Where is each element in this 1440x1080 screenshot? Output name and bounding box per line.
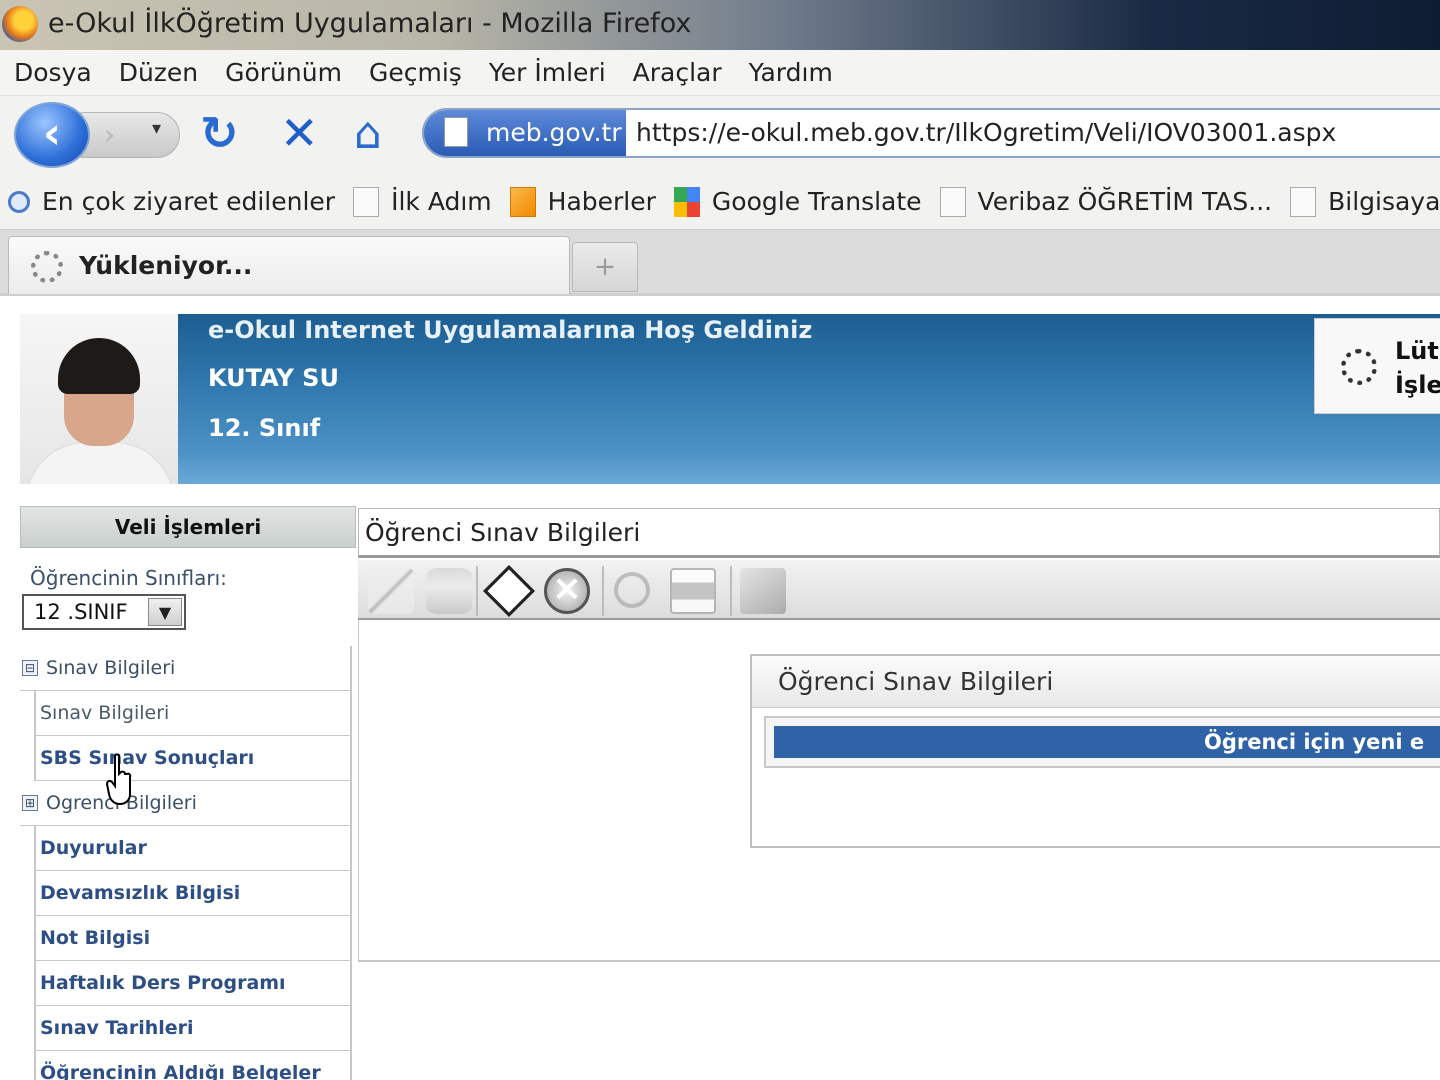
- google-icon: [673, 186, 700, 217]
- print-icon[interactable]: [670, 568, 716, 614]
- loading-spinner-icon: [1341, 349, 1377, 385]
- bookmark-label: Google Translate: [711, 187, 922, 216]
- toolbar-separator: [730, 566, 732, 616]
- sidebar-group-label: Sınav Bilgileri: [46, 657, 176, 679]
- bookmark-haberler[interactable]: Haberler: [509, 186, 656, 217]
- stop-icon[interactable]: ✕: [280, 106, 319, 160]
- reload-icon[interactable]: ↻: [200, 106, 239, 160]
- sidebar-group-sinav-bilgileri[interactable]: ⊟ Sınav Bilgileri: [20, 646, 352, 691]
- tab-active[interactable]: Yükleniyor...: [8, 236, 570, 294]
- chevron-down-icon[interactable]: ▼: [148, 598, 182, 626]
- sidebar-item-not-bilgisi[interactable]: Not Bilgisi: [34, 916, 352, 961]
- photo-shirt: [26, 442, 174, 484]
- forward-button[interactable]: ›: [104, 118, 115, 151]
- panel-title: Öğrenci Sınav Bilgileri: [752, 656, 1440, 708]
- page-icon: [939, 186, 966, 217]
- rss-icon: [509, 186, 536, 217]
- bookmark-label: Bilgisayar: [1328, 187, 1440, 216]
- sidebar-item-sbs-sinav-sonuclari[interactable]: SBS Sınav Sonuçları: [34, 736, 352, 781]
- url-text[interactable]: https://e-okul.meb.gov.tr/IlkOgretim/Vel…: [636, 110, 1336, 156]
- menu-bookmarks[interactable]: Yer İmleri: [489, 58, 606, 87]
- bookmark-label: Haberler: [547, 187, 656, 216]
- sidebar-item-duyurular[interactable]: Duyurular: [34, 826, 352, 871]
- menu-tools[interactable]: Araçlar: [633, 58, 722, 87]
- page-icon: [1290, 186, 1317, 217]
- student-name: KUTAY SU: [208, 364, 339, 392]
- history-dropdown-icon[interactable]: ▾: [152, 118, 161, 139]
- menu-file[interactable]: Dosya: [14, 58, 92, 87]
- window-titlebar: e-Okul İlkÖğretim Uygulamaları - Mozilla…: [0, 0, 1440, 50]
- menu-bar: Dosya Düzen Görünüm Geçmiş Yer İmleri Ar…: [0, 50, 1440, 96]
- welcome-banner: e-Okul Internet Uygulamalarına Hoş Geldi…: [178, 314, 1440, 484]
- menu-view[interactable]: Görünüm: [225, 58, 342, 87]
- action-toolbar: ×: [358, 560, 1440, 620]
- bookmark-bilgisayar[interactable]: Bilgisayar: [1290, 186, 1440, 217]
- address-bar[interactable]: meb.gov.tr https://e-okul.meb.gov.tr/Ilk…: [422, 108, 1440, 158]
- sidebar-heading: Veli İşlemleri: [20, 506, 356, 548]
- bookmarks-toolbar: En çok ziyaret edilenler İlk Adım Haberl…: [0, 174, 1440, 230]
- loading-text-line2: İşle: [1395, 371, 1440, 399]
- edit-icon[interactable]: [368, 568, 414, 614]
- most-visited-icon: [8, 190, 30, 213]
- menu-history[interactable]: Geçmiş: [369, 58, 462, 87]
- sidebar-item-devamsizlik[interactable]: Devamsızlık Bilgisi: [34, 871, 352, 916]
- exam-info-panel: Öğrenci Sınav Bilgileri Öğrenci için yen…: [750, 654, 1440, 848]
- toolbar-separator: [602, 566, 604, 616]
- class-select-value: 12 .SINIF: [34, 600, 128, 624]
- database-icon[interactable]: [426, 568, 472, 614]
- export-icon[interactable]: [740, 568, 786, 614]
- expand-icon[interactable]: ⊞: [22, 795, 38, 811]
- page-icon: [444, 117, 468, 147]
- cancel-icon[interactable]: ×: [544, 568, 590, 614]
- tab-label: Yükleniyor...: [79, 251, 253, 280]
- toolbar-separator: [476, 566, 478, 616]
- loading-indicator: Lüt İşle: [1314, 318, 1440, 414]
- home-icon[interactable]: ⌂: [354, 108, 382, 159]
- back-button[interactable]: ‹: [14, 102, 90, 168]
- bookmark-google-translate[interactable]: Google Translate: [673, 186, 922, 217]
- student-grade: 12. Sınıf: [208, 414, 321, 442]
- site-identity-label: meb.gov.tr: [486, 118, 622, 147]
- menu-help[interactable]: Yardım: [749, 58, 833, 87]
- window-title: e-Okul İlkÖğretim Uygulamaları - Mozilla…: [48, 8, 692, 39]
- save-icon[interactable]: [482, 564, 536, 618]
- page-title: Öğrenci Sınav Bilgileri: [358, 508, 1440, 558]
- class-label: Öğrencinin Sınıfları:: [30, 566, 227, 590]
- bookmark-label: İlk Adım: [391, 187, 492, 216]
- page-icon: [353, 186, 380, 217]
- student-photo: [20, 314, 178, 484]
- search-icon[interactable]: [614, 572, 650, 608]
- hand-cursor-icon: [106, 754, 132, 806]
- site-identity-button[interactable]: meb.gov.tr: [424, 110, 626, 156]
- loading-text-line1: Lüt: [1395, 337, 1439, 365]
- message-container: Öğrenci için yeni e: [764, 716, 1440, 768]
- sidebar-item-belgeler[interactable]: Öğrencinin Aldığı Belgeler: [34, 1051, 352, 1080]
- collapse-icon[interactable]: ⊟: [22, 660, 38, 676]
- bookmark-ilk-adim[interactable]: İlk Adım: [353, 186, 492, 217]
- photo-hair: [58, 338, 140, 394]
- sidebar-item-sinav-bilgileri[interactable]: Sınav Bilgileri: [34, 691, 352, 736]
- bookmark-most-visited[interactable]: En çok ziyaret edilenler: [8, 187, 335, 216]
- sidebar-menu: ⊟ Sınav Bilgileri Sınav Bilgileri SBS Sı…: [20, 646, 352, 1080]
- info-message: Öğrenci için yeni e: [1204, 730, 1425, 754]
- class-select[interactable]: 12 .SINIF ▼: [22, 594, 186, 630]
- page-header: e-Okul Internet Uygulamalarına Hoş Geldi…: [20, 314, 1440, 484]
- firefox-icon: [2, 6, 38, 42]
- sidebar-item-ders-programi[interactable]: Haftalık Ders Programı: [34, 961, 352, 1006]
- welcome-text: e-Okul Internet Uygulamalarına Hoş Geldi…: [208, 316, 813, 344]
- bookmark-label: En çok ziyaret edilenler: [42, 187, 336, 216]
- new-tab-button[interactable]: +: [572, 242, 638, 292]
- info-message-bar: Öğrenci için yeni e: [774, 726, 1440, 758]
- loading-spinner-icon: [31, 251, 63, 283]
- sidebar-group-ogrenci-bilgileri[interactable]: ⊞ Ogrenci Bilgileri: [20, 781, 352, 826]
- bookmark-label: Veribaz ÖĞRETİM TAS...: [977, 187, 1273, 216]
- bookmark-veribaz[interactable]: Veribaz ÖĞRETİM TAS...: [939, 186, 1273, 217]
- sidebar-item-sinav-tarihleri[interactable]: Sınav Tarihleri: [34, 1006, 352, 1051]
- tab-strip: Yükleniyor... +: [0, 230, 1440, 296]
- menu-edit[interactable]: Düzen: [119, 58, 198, 87]
